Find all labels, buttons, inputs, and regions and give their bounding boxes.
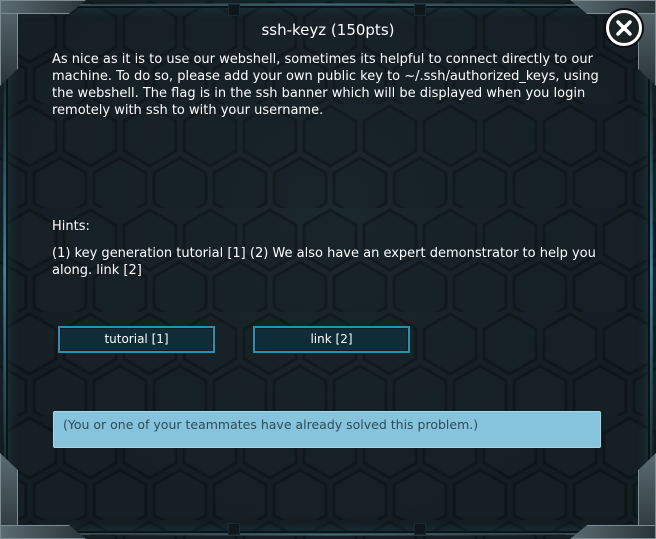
link-button[interactable]: link [2] [253, 326, 410, 353]
problem-description: As nice as it is to use our webshell, so… [52, 52, 599, 118]
border-stud [228, 4, 240, 16]
problem-modal: ssh-keyz (150pts) As nice as it is to us… [0, 0, 656, 539]
solved-status-banner: (You or one of your teammates have alrea… [53, 411, 601, 448]
border-stud [414, 4, 426, 16]
tutorial-button[interactable]: tutorial [1] [58, 326, 215, 353]
hints-label: Hints: [52, 219, 90, 234]
close-icon [616, 20, 632, 36]
edge-glow-bottom [90, 534, 566, 536]
border-stud [414, 523, 426, 535]
edge-glow-top [90, 3, 566, 5]
edge-glow-left [3, 80, 6, 460]
problem-title: ssh-keyz (150pts) [261, 21, 395, 39]
edge-glow-right [650, 80, 653, 460]
close-button[interactable] [606, 10, 642, 46]
hints-text: (1) key generation tutorial [1] (2) We a… [52, 246, 596, 278]
border-stud [228, 523, 240, 535]
